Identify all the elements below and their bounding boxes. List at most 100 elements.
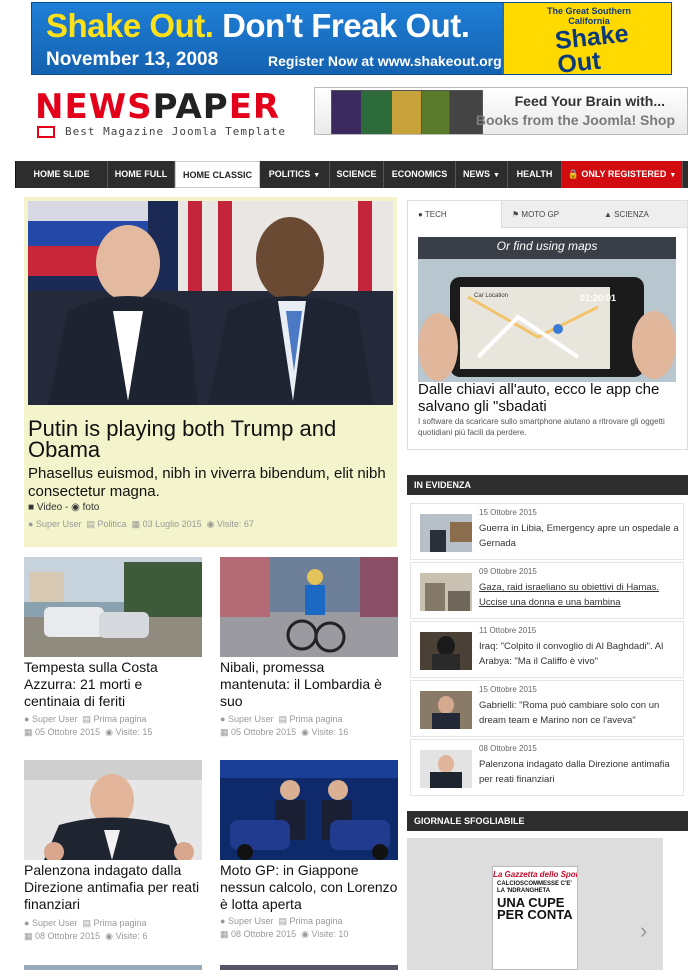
putin-obama-photo [28,201,393,405]
nav-home-slide[interactable]: HOME SLIDE [16,161,108,188]
meta-category[interactable]: Politica [98,519,127,529]
article-title[interactable]: Palenzona indagato dalla Direzione antim… [24,862,202,913]
folder-icon: ▤ [82,918,92,928]
article-card: Tempesta sulla Costa Azzurra: 21 morti e… [24,557,202,747]
section-header-evidenza: IN EVIDENZA [407,475,688,495]
featured-subtitle: Phasellus euismod, nibh in viverra biben… [28,465,386,500]
featured-image[interactable] [28,201,393,405]
section-header-giornale: GIORNALE SFOGLIABILE [407,811,688,831]
book-cover [361,90,395,134]
palenzona-photo [24,760,202,860]
list-item[interactable]: 15 Ottobre 2015 Gabrielli: "Roma può cam… [410,680,684,737]
nav-news[interactable]: NEWS ▼ [456,161,508,188]
list-title[interactable]: Gaza, raid israeliano su obiettivi di Ha… [479,580,681,610]
motogp-riders-photo [220,760,398,860]
caret-down-icon: ▼ [313,172,321,179]
featured-title[interactable]: Putin is playing both Trump and Obama [28,418,393,461]
site-logo[interactable]: NEWSPAPER Best Magazine Joomla Template [35,90,295,140]
book-cover [391,90,425,134]
cyclist-photo [220,557,398,657]
monitor-icon [37,126,55,138]
banner-register: Register Now at www.shakeout.org [268,53,502,69]
list-thumbnail [420,750,472,788]
tab-moto-gp[interactable]: ⚑ MOTO GP [502,201,594,228]
video-camera-icon: ■ [28,502,35,513]
article-title[interactable]: Tempesta sulla Costa Azzurra: 21 morti e… [24,659,202,710]
article-thumbnail[interactable] [24,760,202,860]
tab-article-title[interactable]: Dalle chiavi all'auto, ecco le app che s… [418,381,680,415]
phone-timer: 01:20:01 [580,293,617,303]
article-card: Palenzona indagato dalla Direzione antim… [24,760,202,950]
list-title[interactable]: Palenzona indagato dalla Direzione antim… [479,757,681,787]
category-tabs-box: ● TECH ⚑ MOTO GP ▲ SCIENZA Or find using… [407,200,688,450]
eye-icon: ◉ [206,519,215,529]
eye-icon: ◉ [105,931,113,941]
nav-science[interactable]: SCIENCE [330,161,384,188]
banner-yellow-panel: The Great Southern California Shake Out [504,3,671,75]
nav-health[interactable]: HEALTH [508,161,562,188]
logo-wordmark: NEWSPAPER [35,87,281,127]
shakeout-banner-ad[interactable]: Shake Out. Don't Freak Out. November 13,… [31,2,672,75]
list-title[interactable]: Guerra in Libia, Emergency apre un osped… [479,521,681,551]
list-date: 15 Ottobre 2015 [479,508,537,517]
nav-only-registered[interactable]: 🔒 ONLY REGISTERED ▼ [562,161,683,188]
article-meta-1: ● Super User ▤ Prima pagina [24,714,147,724]
list-item[interactable]: 08 Ottobre 2015 Palenzona indagato dalla… [410,739,684,796]
tabs-header: ● TECH ⚑ MOTO GP ▲ SCIENZA [408,201,687,229]
chevron-right-icon[interactable]: › [640,918,647,944]
article-title[interactable]: Moto GP: in Giappone nessun calcolo, con… [220,862,398,913]
article-thumbnail[interactable] [220,760,398,860]
apple-icon: ● [418,210,423,219]
newspaper-cover[interactable]: La Gazzetta dello Sport CALCIOSCOMMESSE … [492,866,578,970]
eye-icon: ◉ [301,929,309,939]
tab-article-desc: I software da scaricare sullo smartphone… [418,417,665,437]
list-title[interactable]: Gabrielli: "Roma può cambiare solo con u… [479,698,681,728]
list-thumbnail [420,514,472,552]
folder-icon: ▤ [82,714,92,724]
article-meta-2: ▦ 08 Ottobre 2015 ◉ Visite: 10 [220,929,349,939]
calendar-icon: ▦ [220,929,229,939]
video-link[interactable]: Video [37,502,62,513]
list-item[interactable]: 09 Ottobre 2015 Gaza, raid israeliano su… [410,562,684,619]
foto-link[interactable]: foto [83,502,100,513]
tab-scienza[interactable]: ▲ SCIENZA [594,201,687,228]
list-item[interactable]: 15 Ottobre 2015 Guerra in Libia, Emergen… [410,503,684,560]
list-date: 15 Ottobre 2015 [479,685,537,694]
article-card: Moto GP: in Giappone nessun calcolo, con… [220,760,398,950]
caret-down-icon: ▼ [493,172,500,179]
nav-economics[interactable]: ECONOMICS [384,161,456,188]
calendar-icon: ▦ [24,931,33,941]
article-meta-1: ● Super User ▤ Prima pagina [220,714,343,724]
folder-icon: ▤ [86,519,96,529]
paper-masthead: La Gazzetta dello Sport [493,870,578,879]
article-thumbnail[interactable] [220,557,398,657]
featured-media-links: ■ Video - ◉ foto [28,502,99,513]
calendar-icon: ▦ [24,727,33,737]
flipbook-viewer[interactable]: La Gazzetta dello Sport CALCIOSCOMMESSE … [407,838,663,970]
shakeout-logo: Shake Out [553,19,630,75]
flag-icon: ⚑ [512,210,520,219]
paper-big-headline: UNA CUPE PER CONTA [497,895,573,922]
tab-tech[interactable]: ● TECH [408,201,502,229]
banner-date: November 13, 2008 [46,49,219,70]
nav-home-full[interactable]: HOME FULL [108,161,175,188]
article-thumbnail[interactable] [24,557,202,657]
article-meta-1: ● Super User ▤ Prima pagina [24,918,147,928]
phone-app-label: Car Location [474,293,509,299]
list-item[interactable]: 11 Ottobre 2015 Iraq: "Colpito il convog… [410,621,684,678]
article-meta-2: ▦ 05 Ottobre 2015 ◉ Visite: 16 [220,727,349,737]
joomla-books-ad[interactable]: Feed Your Brain with... Books from the J… [314,87,688,135]
calendar-icon: ▦ [220,727,229,737]
list-date: 09 Ottobre 2015 [479,567,537,576]
calendar-icon: ▦ [131,519,141,529]
nav-home-classic[interactable]: HOME CLASSIC [175,161,260,188]
eye-icon: ◉ [301,727,309,737]
meta-author[interactable]: Super User [36,519,82,529]
nav-politics[interactable]: POLITICS ▼ [260,161,330,188]
list-title[interactable]: Iraq: "Colpito il convoglio di Al Baghda… [479,639,681,669]
featured-meta: ● Super User ▤ Politica ▦ 03 Luglio 2015… [28,519,254,530]
tab-article-image[interactable]: Or find using maps Car Location 01:20:01 [418,237,676,382]
user-icon: ● [24,714,30,724]
meta-visits: Visite: 67 [217,519,254,529]
article-title[interactable]: Nibali, promessa mantenuta: il Lombardia… [220,659,398,710]
